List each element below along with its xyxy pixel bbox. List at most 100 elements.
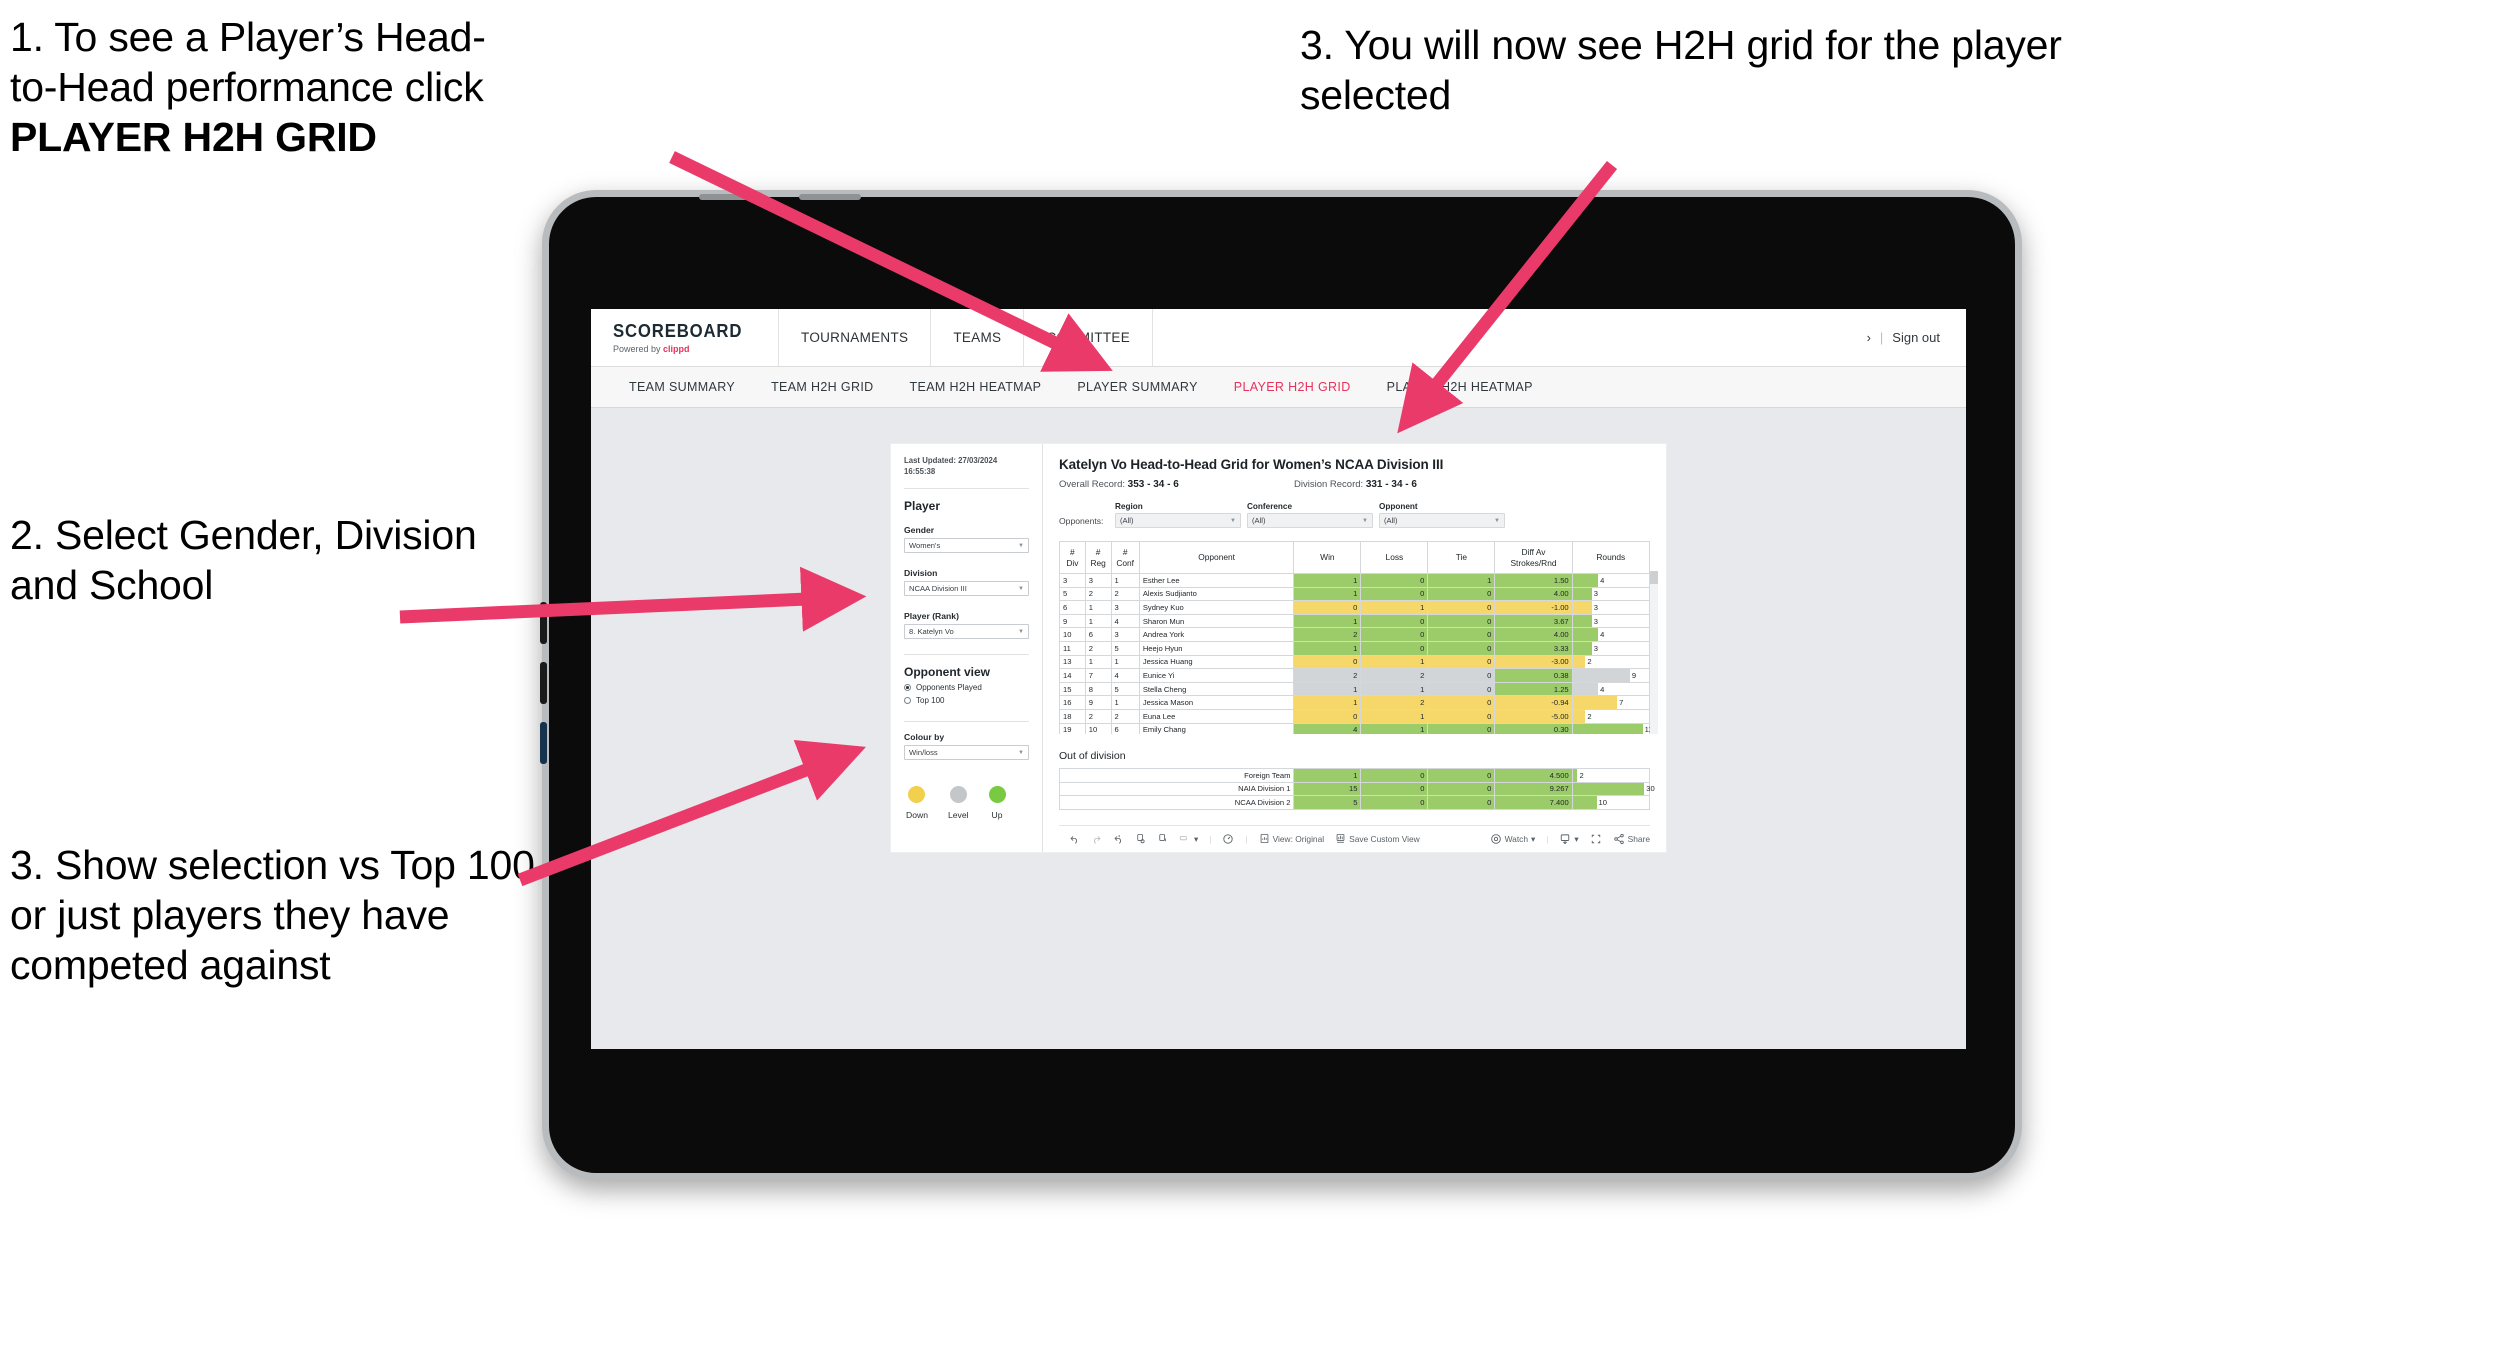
subnav-item-player-summary[interactable]: PLAYER SUMMARY [1059,380,1215,394]
rounds-bar [1572,782,1645,796]
colour-by-select[interactable]: Win/loss ▼ [904,745,1029,761]
h2h-grid-row[interactable]: 19106Emily Chang4100.3011 [1059,722,1650,734]
rounds-bar [1572,696,1618,709]
cell-num: 5 [1110,681,1140,697]
callout-step-3: 3. Show selection vs Top 100 or just pla… [10,842,546,989]
col-opponent[interactable]: Opponent [1138,541,1295,574]
overall-record: Overall Record: 353 - 34 - 6 [1059,479,1294,490]
cell-stat: 0 [1427,600,1496,615]
radio-opponents-played[interactable]: Opponents Played [904,683,1029,692]
topnav-item-tournaments[interactable]: TOURNAMENTS [779,309,932,366]
h2h-grid-row[interactable]: 3 3 1 Esther Lee 1 0 1 1.50 4 [1059,573,1650,588]
cell-opp: Eunice Yi [1138,668,1295,683]
highlight-icon[interactable]: ▾ [1179,833,1198,844]
cell-num: 1 [1110,654,1140,670]
subnav-item-player-h2h-heatmap[interactable]: PLAYER H2H HEATMAP [1369,380,1551,394]
h2h-grid-row[interactable]: 11 2 5 Heejo Hyun 1 0 0 3.33 3 [1059,640,1650,656]
division-select[interactable]: NCAA Division III ▼ [904,581,1029,597]
out-of-division-row[interactable]: NAIA Division 1 15 0 0 9.267 30 [1058,781,1655,797]
col-tie[interactable]: Tie [1427,541,1496,574]
subnav-item-player-h2h-grid[interactable]: PLAYER H2H GRID [1216,380,1369,394]
chevron-down-icon: ▼ [1018,585,1024,592]
cell-name: NCAA Division 2 [1058,795,1295,810]
rounds-bar [1572,709,1586,723]
cell-stat: 1 [1293,768,1362,783]
callout-step-1-line2: to-Head performance click [10,64,495,111]
col-conf[interactable]: # Conf [1110,541,1140,574]
cell-num: 13 [1059,654,1086,670]
rounds-value: 2 [1587,711,1592,721]
cell-stat: 0 [1427,668,1496,683]
cell-opp: Heejo Hyun [1138,640,1295,656]
subnav-item-team-h2h-heatmap[interactable]: TEAM H2H HEATMAP [892,380,1060,394]
brand-logo[interactable]: SCOREBOARD Powered by clippd [591,309,780,366]
save-custom-view-button[interactable]: Save Custom View [1335,833,1420,844]
view-original-button[interactable]: View: Original [1259,833,1324,844]
col-loss[interactable]: Loss [1360,541,1429,574]
share-button[interactable]: Share [1613,833,1650,845]
redo-icon[interactable] [1091,833,1102,844]
division-record-label: Division Record: [1294,479,1364,490]
col-div[interactable]: # Div [1059,541,1086,574]
h2h-grid-row[interactable]: 18 2 2 Euna Lee 0 1 0 -5.00 2 [1059,708,1650,724]
col-rounds[interactable]: Rounds [1571,541,1650,574]
radio-top-100[interactable]: Top 100 [904,696,1029,705]
cell-stat: 0 [1427,781,1496,797]
revert-icon[interactable] [1113,833,1124,844]
filter-opponent-value: (All) [1384,516,1398,525]
col-diff-av-strokes[interactable]: Diff Av Strokes/Rnd [1494,541,1573,574]
legend-dot-level-icon [949,786,967,804]
topnav-item-teams[interactable]: TEAMS [931,309,1025,366]
cell-stat: 15 [1293,781,1362,797]
rounds-bar [1572,628,1599,641]
watch-button[interactable]: Watch ▾ [1490,833,1535,845]
rounds-bar [1572,574,1599,587]
out-of-division-row[interactable]: NCAA Division 2 5 0 0 7.400 10 [1058,795,1651,810]
topnav-item-committee[interactable]: COMMITTEE [1024,309,1154,366]
panel-heading-player: Player [904,499,941,514]
h2h-grid-scrollbar[interactable] [1650,571,1658,734]
player-rank-select[interactable]: 8. Katelyn Vo ▼ [904,624,1029,640]
rounds-bar [1572,601,1592,614]
cell-num: 1 [1084,654,1112,670]
cell-stat: 0 [1427,627,1496,642]
h2h-grid-scrollbar-thumb[interactable] [1650,571,1658,584]
out-of-division-row[interactable]: Foreign Team 1 0 0 4.500 2 [1058,768,1651,783]
h2h-grid-row[interactable]: 13 1 1 Jessica Huang 0 1 0 -3.00 2 [1059,654,1650,670]
h2h-grid-row[interactable]: 15 8 5 Stella Cheng 1 1 0 1.25 4 [1059,681,1650,697]
cell-num: 3 [1059,573,1086,588]
sign-out-link[interactable]: Sign out [1892,330,1940,345]
col-win[interactable]: Win [1293,541,1362,574]
download-caret: ▾ [1574,833,1579,844]
refresh-data-icon[interactable] [1135,833,1146,844]
h2h-grid-row[interactable]: 6 1 3 Sydney Kuo 0 1 0 -1.00 3 [1059,600,1650,615]
cell-stat: 0 [1427,795,1496,810]
filter-conference-select[interactable]: (All) ▼ [1247,513,1373,528]
subnav-item-team-summary[interactable]: TEAM SUMMARY [611,380,753,394]
highlight-caret: ▾ [1194,833,1199,844]
panel-divider-3 [904,721,1029,723]
chevron-down-icon: ▼ [1018,749,1024,756]
subnav-item-team-h2h-grid[interactable]: TEAM H2H GRID [753,380,891,394]
h2h-grid-row[interactable]: 16 9 1 Jessica Mason 1 2 0 -0.94 7 [1059,695,1650,710]
download-button[interactable]: ▾ [1559,833,1579,845]
filter-opponent-select[interactable]: (All) ▼ [1379,513,1505,528]
chevron-right-icon[interactable]: › [1867,330,1871,345]
h2h-grid-row[interactable]: 10 6 3 Andrea York 2 0 0 4.00 4 [1059,627,1650,642]
cell-rounds: 9 [1571,668,1650,683]
pause-updates-icon[interactable] [1157,833,1168,844]
h2h-grid-row[interactable]: 14 7 4 Eunice Yi 2 2 0 0.38 9 [1059,668,1650,683]
cell-num: 18 [1059,708,1086,724]
rounds-value: 7 [1619,698,1624,708]
pause-auto-update-icon[interactable] [1222,833,1234,845]
undo-icon[interactable] [1069,833,1080,844]
fullscreen-icon[interactable] [1590,833,1602,845]
h2h-grid-row[interactable]: 5 2 2 Alexis Sudjianto 1 0 0 4.00 3 [1059,586,1650,602]
callout-step-2: 2. Select Gender, Division and School [10,512,488,609]
col-reg[interactable]: # Reg [1084,541,1112,574]
toolbar-separator-2: | [1245,833,1248,844]
h2h-grid-row[interactable]: 9 1 4 Sharon Mun 1 0 0 3.67 3 [1059,613,1650,629]
filter-region-select[interactable]: (All) ▼ [1115,513,1241,528]
gender-select[interactable]: Women's ▼ [904,538,1029,554]
cell-opp: Esther Lee [1138,573,1295,588]
